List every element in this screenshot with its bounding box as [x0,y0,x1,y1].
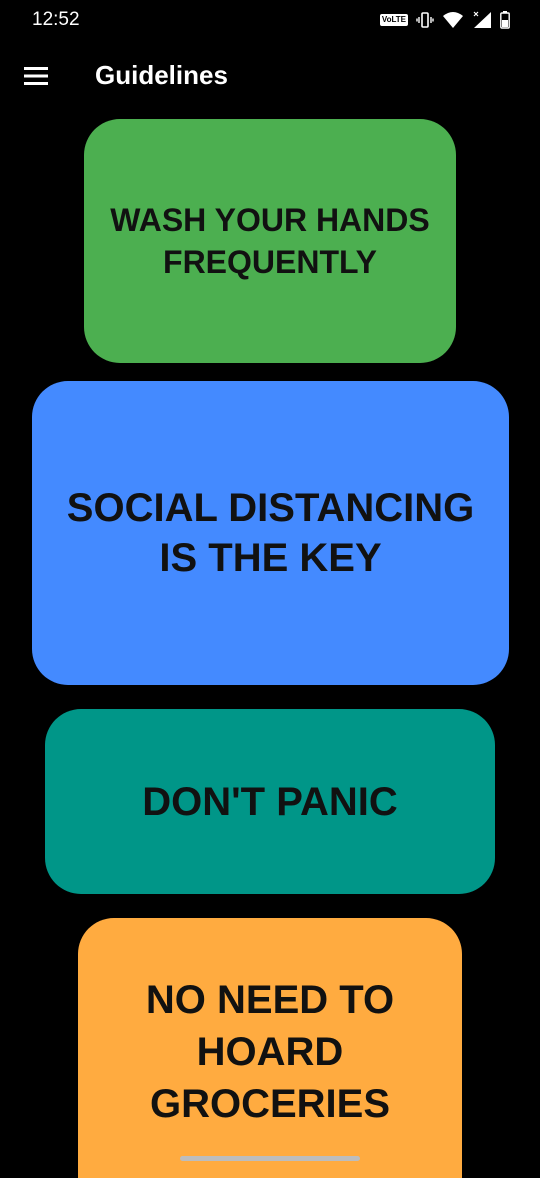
guideline-card-wash-hands[interactable]: WASH YOUR HANDS FREQUENTLY [84,119,456,363]
status-icons: VoLTE [379,10,510,30]
guideline-card-dont-panic[interactable]: DON'T PANIC [45,709,495,894]
guideline-card-label: DON'T PANIC [142,779,398,824]
guideline-card-no-hoarding[interactable]: NO NEED TO HOARD GROCERIES [78,918,462,1178]
gesture-navigation-bar[interactable] [180,1156,360,1161]
vibrate-icon [416,11,434,29]
menu-icon[interactable] [22,64,50,88]
wifi-icon [442,11,464,29]
signal-icon [472,11,492,29]
status-bar: 12:52 VoLTE [0,0,540,40]
guideline-card-label: NO NEED TO HOARD GROCERIES [145,978,395,1126]
app-bar: Guidelines [0,44,540,108]
guideline-card-social-distancing[interactable]: SOCIAL DISTANCING IS THE KEY [32,381,509,685]
volte-icon: VoLTE [379,14,408,26]
guideline-card-label: SOCIAL DISTANCING IS THE KEY [66,486,475,580]
battery-icon [500,11,510,29]
status-time: 12:52 [32,9,80,30]
guideline-card-label: WASH YOUR HANDS FREQUENTLY [110,202,430,280]
page-title: Guidelines [95,60,228,90]
